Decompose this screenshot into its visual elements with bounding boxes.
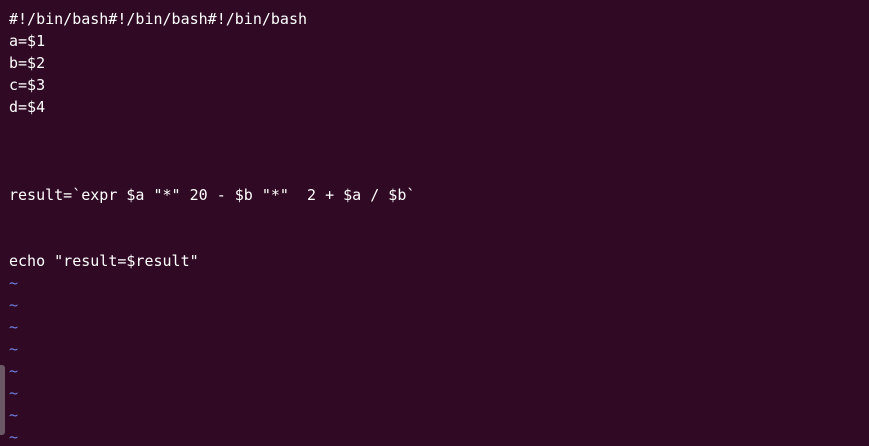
empty-line-tilde: ~ (9, 340, 19, 358)
code-line[interactable]: echo "result=$result" (9, 250, 869, 272)
empty-line-tilde: ~ (9, 384, 19, 402)
empty-line-tilde: ~ (9, 362, 19, 380)
empty-line-tilde: ~ (9, 406, 19, 424)
empty-line-tilde: ~ (9, 296, 19, 314)
scrollbar-handle[interactable] (0, 365, 5, 435)
empty-line-tilde: ~ (9, 274, 19, 292)
terminal-window[interactable]: #!/bin/bash#!/bin/bash#!/bin/bash a=$1 b=$… (0, 0, 869, 446)
code-line[interactable]: a=$1 (9, 30, 869, 52)
code-line[interactable] (9, 118, 869, 140)
code-line[interactable] (9, 228, 869, 250)
vim-editor-buffer[interactable]: #!/bin/bash#!/bin/bash#!/bin/bash a=$1 b=$… (9, 8, 869, 446)
empty-line-tilde: ~ (9, 318, 19, 336)
code-line[interactable] (9, 162, 869, 184)
code-line[interactable] (9, 140, 869, 162)
code-line[interactable]: b=$2 (9, 52, 869, 74)
code-line[interactable]: #!/bin/bash#!/bin/bash#!/bin/bash (9, 8, 869, 30)
code-line[interactable] (9, 206, 869, 228)
empty-line-tilde: ~ (9, 428, 19, 446)
code-line[interactable]: result=`expr $a "*" 20 - $b "*" 2 + $a /… (9, 184, 869, 206)
code-line[interactable]: c=$3 (9, 74, 869, 96)
code-line[interactable]: d=$4 (9, 96, 869, 118)
